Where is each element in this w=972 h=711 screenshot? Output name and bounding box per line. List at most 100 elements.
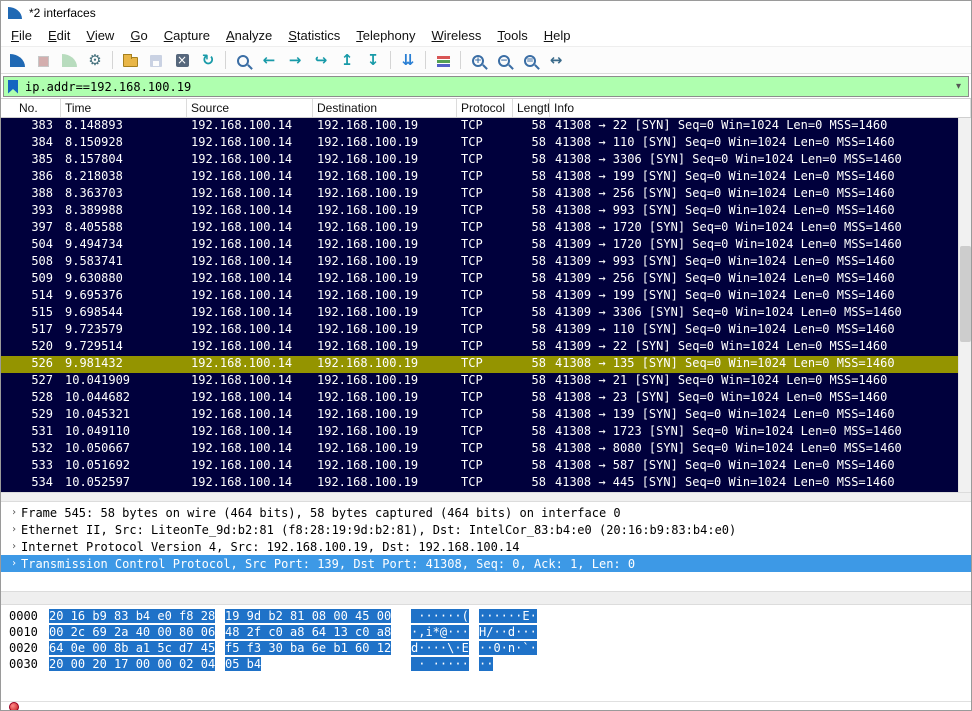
packet-time: 9.494734 <box>61 237 187 254</box>
packet-row[interactable]: 527 10.041909 192.168.100.14 192.168.100… <box>1 373 958 390</box>
menu-telephony[interactable]: Telephony <box>348 25 423 46</box>
packet-row[interactable]: 386 8.218038 192.168.100.14 192.168.100.… <box>1 169 958 186</box>
packet-source: 192.168.100.14 <box>187 135 313 152</box>
hex-row[interactable]: 0010 00 2c 69 2a 40 00 80 06 48 2f c0 a8… <box>1 625 971 641</box>
hex-row[interactable]: 0020 64 0e 00 8b a1 5c d7 45 f5 f3 30 ba… <box>1 641 971 657</box>
column-header-source[interactable]: Source <box>187 99 313 117</box>
open-file-button[interactable] <box>117 48 143 72</box>
stop-capture-button <box>30 48 56 72</box>
packet-row[interactable]: 528 10.044682 192.168.100.14 192.168.100… <box>1 390 958 407</box>
go-forward-button[interactable] <box>282 48 308 72</box>
packet-list-scrollbar[interactable] <box>958 118 971 492</box>
hex-row[interactable]: 0030 20 00 20 17 00 00 02 04 05 b4 · ···… <box>1 657 971 673</box>
column-header-length[interactable]: Length <box>513 99 550 117</box>
hex-row[interactable]: 0000 20 16 b9 83 b4 e0 f8 28 19 9d b2 81… <box>1 609 971 625</box>
packet-length: 58 <box>513 356 550 373</box>
go-to-packet-icon <box>313 52 329 68</box>
menu-edit[interactable]: Edit <box>40 25 78 46</box>
close-file-button[interactable] <box>169 48 195 72</box>
detail-row[interactable]: Transmission Control Protocol, Src Port:… <box>1 555 971 572</box>
packet-row[interactable]: 526 9.981432 192.168.100.14 192.168.100.… <box>1 356 958 373</box>
go-to-first-button[interactable] <box>334 48 360 72</box>
zoom-in-button[interactable] <box>465 48 491 72</box>
packet-row[interactable]: 532 10.050667 192.168.100.14 192.168.100… <box>1 441 958 458</box>
find-packet-button[interactable] <box>230 48 256 72</box>
expander-chevron-icon[interactable] <box>7 541 21 552</box>
packet-source: 192.168.100.14 <box>187 169 313 186</box>
column-header-no[interactable]: No. <box>1 99 61 117</box>
packet-row[interactable]: 517 9.723579 192.168.100.14 192.168.100.… <box>1 322 958 339</box>
detail-row[interactable]: Frame 545: 58 bytes on wire (464 bits), … <box>1 504 971 521</box>
menu-statistics[interactable]: Statistics <box>280 25 348 46</box>
packet-row[interactable]: 384 8.150928 192.168.100.14 192.168.100.… <box>1 135 958 152</box>
list-details-splitter[interactable] <box>1 492 971 502</box>
filter-bookmark-icon[interactable] <box>8 80 18 94</box>
resize-columns-button[interactable] <box>543 48 569 72</box>
menu-tools[interactable]: Tools <box>489 25 535 46</box>
display-filter-field[interactable] <box>3 76 969 97</box>
packet-source: 192.168.100.14 <box>187 424 313 441</box>
menu-file[interactable]: File <box>3 25 40 46</box>
menu-capture[interactable]: Capture <box>156 25 218 46</box>
packet-row[interactable]: 385 8.157804 192.168.100.14 192.168.100.… <box>1 152 958 169</box>
detail-text: Ethernet II, Src: LiteonTe_9d:b2:81 (f8:… <box>21 523 736 537</box>
packet-row[interactable]: 504 9.494734 192.168.100.14 192.168.100.… <box>1 237 958 254</box>
packet-length: 58 <box>513 475 550 492</box>
go-to-packet-button[interactable] <box>308 48 334 72</box>
packet-row[interactable]: 508 9.583741 192.168.100.14 192.168.100.… <box>1 254 958 271</box>
details-bytes-splitter[interactable] <box>1 591 971 605</box>
packet-time: 8.389988 <box>61 203 187 220</box>
packet-row[interactable]: 397 8.405588 192.168.100.14 192.168.100.… <box>1 220 958 237</box>
detail-row[interactable]: Ethernet II, Src: LiteonTe_9d:b2:81 (f8:… <box>1 521 971 538</box>
start-capture-button[interactable] <box>4 48 30 72</box>
packet-time: 9.981432 <box>61 356 187 373</box>
stop-capture-icon <box>38 56 49 67</box>
menu-analyze[interactable]: Analyze <box>218 25 280 46</box>
menu-help[interactable]: Help <box>536 25 579 46</box>
packet-row[interactable]: 520 9.729514 192.168.100.14 192.168.100.… <box>1 339 958 356</box>
column-header-time[interactable]: Time <box>61 99 187 117</box>
scrollbar-thumb[interactable] <box>960 246 971 342</box>
packet-row[interactable]: 509 9.630880 192.168.100.14 192.168.100.… <box>1 271 958 288</box>
column-header-protocol[interactable]: Protocol <box>457 99 513 117</box>
menu-go[interactable]: Go <box>122 25 155 46</box>
packet-row[interactable]: 529 10.045321 192.168.100.14 192.168.100… <box>1 407 958 424</box>
packet-time: 8.405588 <box>61 220 187 237</box>
packet-length: 58 <box>513 390 550 407</box>
go-back-button[interactable] <box>256 48 282 72</box>
display-filter-input[interactable] <box>25 80 953 94</box>
packet-row[interactable]: 383 8.148893 192.168.100.14 192.168.100.… <box>1 118 958 135</box>
detail-row[interactable]: Internet Protocol Version 4, Src: 192.16… <box>1 538 971 555</box>
packet-length: 58 <box>513 458 550 475</box>
expander-chevron-icon[interactable] <box>7 524 21 535</box>
packet-row[interactable]: 534 10.052597 192.168.100.14 192.168.100… <box>1 475 958 492</box>
packet-row[interactable]: 514 9.695376 192.168.100.14 192.168.100.… <box>1 288 958 305</box>
packet-row[interactable]: 533 10.051692 192.168.100.14 192.168.100… <box>1 458 958 475</box>
packet-time: 10.044682 <box>61 390 187 407</box>
reload-file-icon <box>200 52 216 68</box>
toolbar-separator <box>425 51 426 69</box>
expander-chevron-icon[interactable] <box>7 507 21 518</box>
zoom-out-button[interactable] <box>491 48 517 72</box>
packet-info: 41308 → 8080 [SYN] Seq=0 Win=1024 Len=0 … <box>550 441 958 458</box>
column-header-destination[interactable]: Destination <box>313 99 457 117</box>
packet-destination: 192.168.100.19 <box>313 271 457 288</box>
packet-row[interactable]: 393 8.389988 192.168.100.14 192.168.100.… <box>1 203 958 220</box>
packet-row[interactable]: 388 8.363703 192.168.100.14 192.168.100.… <box>1 186 958 203</box>
go-to-last-button[interactable] <box>360 48 386 72</box>
packet-time: 8.363703 <box>61 186 187 203</box>
capture-options-icon <box>87 52 103 68</box>
zoom-original-button[interactable] <box>517 48 543 72</box>
expander-chevron-icon[interactable] <box>7 558 21 569</box>
colorize-packets-button[interactable] <box>430 48 456 72</box>
capture-options-button[interactable] <box>82 48 108 72</box>
filter-dropdown-icon[interactable] <box>953 81 964 92</box>
packet-row[interactable]: 515 9.698544 192.168.100.14 192.168.100.… <box>1 305 958 322</box>
column-header-info[interactable]: Info <box>550 99 971 117</box>
auto-scroll-button[interactable] <box>395 48 421 72</box>
packet-row[interactable]: 531 10.049110 192.168.100.14 192.168.100… <box>1 424 958 441</box>
menu-view[interactable]: View <box>78 25 122 46</box>
menu-wireless[interactable]: Wireless <box>424 25 490 46</box>
expert-info-icon[interactable] <box>9 702 19 711</box>
reload-file-button[interactable] <box>195 48 221 72</box>
